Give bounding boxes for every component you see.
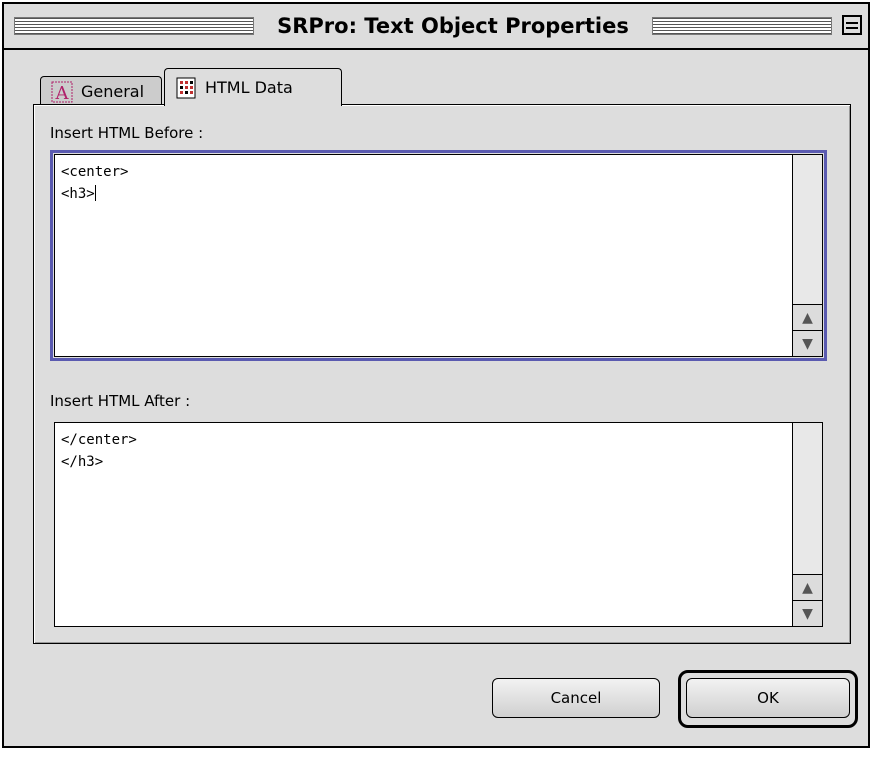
before-line-2: <h3> bbox=[61, 186, 95, 202]
scroll-down-arrow-icon[interactable]: ▼ bbox=[793, 330, 822, 356]
svg-text:A: A bbox=[55, 83, 70, 103]
before-scrollbar[interactable]: ▲ ▼ bbox=[792, 155, 822, 356]
cancel-button[interactable]: Cancel bbox=[492, 678, 660, 718]
title-stripes-left bbox=[14, 17, 254, 35]
collapse-box-icon[interactable] bbox=[842, 15, 862, 35]
before-line-1: <center> bbox=[61, 164, 129, 180]
before-textarea[interactable]: <center> <h3> ▲ ▼ bbox=[54, 154, 823, 357]
title-stripes-right bbox=[652, 17, 832, 35]
title-bar[interactable]: SRPro: Text Object Properties bbox=[4, 4, 868, 50]
tab-general[interactable]: A General bbox=[40, 76, 162, 106]
after-line-2: </h3> bbox=[61, 454, 104, 470]
after-text: </center> </h3> bbox=[61, 429, 137, 473]
font-a-icon: A bbox=[51, 81, 73, 104]
after-textarea[interactable]: </center> </h3> ▲ ▼ bbox=[54, 422, 823, 627]
scroll-up-arrow-icon[interactable]: ▲ bbox=[793, 304, 822, 330]
html-grid-icon bbox=[175, 77, 197, 99]
tab-general-label: General bbox=[81, 82, 145, 101]
scroll-down-arrow-icon[interactable]: ▼ bbox=[793, 600, 822, 626]
after-line-1: </center> bbox=[61, 432, 137, 448]
window-title: SRPro: Text Object Properties bbox=[260, 13, 646, 39]
scroll-up-arrow-icon[interactable]: ▲ bbox=[793, 574, 822, 600]
text-caret bbox=[94, 185, 96, 201]
ok-button[interactable]: OK bbox=[686, 678, 850, 718]
after-label: Insert HTML After : bbox=[50, 392, 191, 410]
tab-html-data-label: HTML Data bbox=[205, 78, 293, 97]
tab-html-data[interactable]: HTML Data bbox=[164, 68, 342, 108]
after-scrollbar[interactable]: ▲ ▼ bbox=[792, 423, 822, 626]
before-text: <center> <h3> bbox=[61, 161, 128, 205]
before-label: Insert HTML Before : bbox=[50, 124, 204, 142]
